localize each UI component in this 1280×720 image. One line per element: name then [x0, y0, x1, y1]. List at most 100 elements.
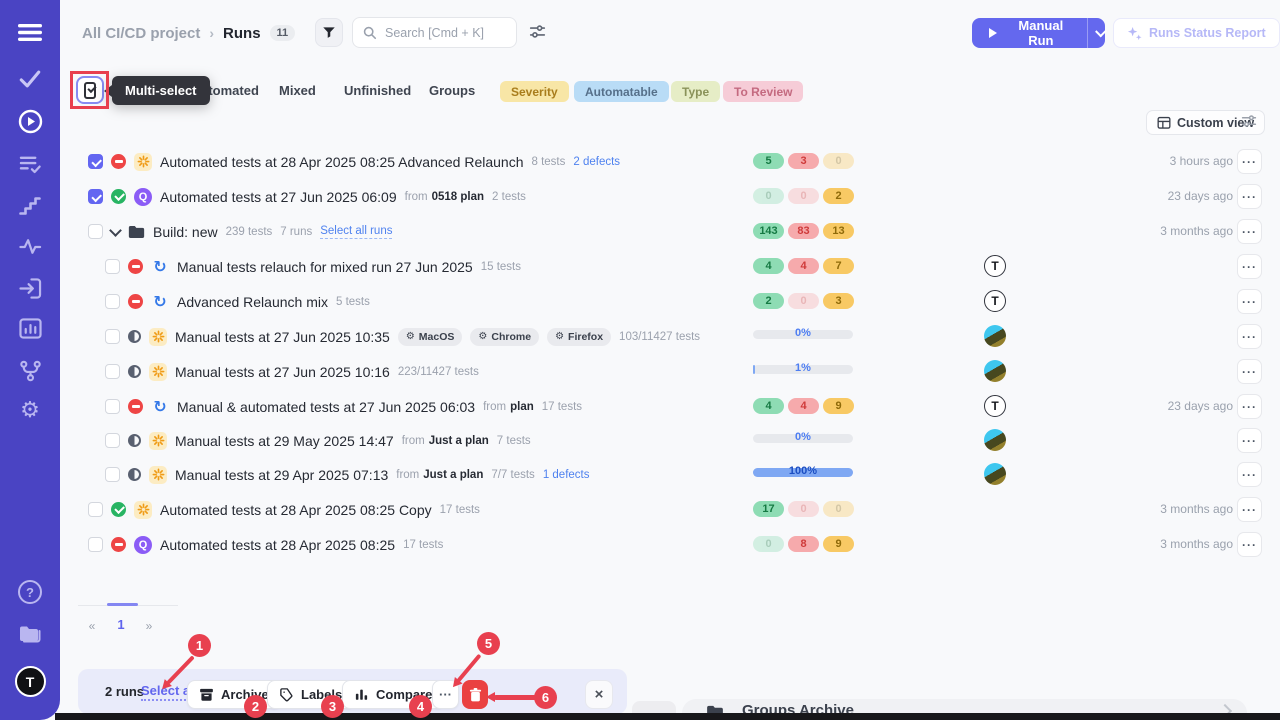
delete-button[interactable] — [462, 680, 488, 709]
run-title[interactable]: Automated tests at 28 Apr 2025 08:25 Adv… — [160, 154, 523, 170]
search-input[interactable] — [383, 25, 507, 41]
pull-requests-icon[interactable] — [0, 278, 60, 299]
row-checkbox[interactable] — [88, 224, 103, 239]
milestones-steps-icon[interactable] — [0, 196, 60, 215]
row-checkbox[interactable] — [105, 259, 120, 274]
chevron-down-icon[interactable] — [1095, 25, 1107, 37]
menu-icon[interactable] — [0, 24, 60, 41]
run-title[interactable]: Manual tests at 27 Jun 2025 10:35 — [175, 329, 390, 345]
columns-settings-icon[interactable] — [1241, 113, 1257, 134]
search-settings-icon[interactable] — [529, 23, 546, 45]
row-menu-button[interactable] — [1237, 462, 1262, 487]
runs-play-icon[interactable] — [0, 109, 60, 134]
group-row[interactable]: Build: new 239 tests 7 runs Select all r… — [0, 214, 1280, 249]
from-label: from — [396, 469, 419, 481]
row-checkbox[interactable] — [105, 364, 120, 379]
row-checkbox[interactable] — [88, 189, 103, 204]
filter-funnel-button[interactable] — [315, 18, 343, 47]
badge-to-review[interactable]: To Review — [723, 81, 803, 102]
row-menu-button[interactable] — [1237, 359, 1262, 384]
run-row[interactable]: Manual & automated tests at 27 Jun 2025 … — [0, 389, 1280, 424]
row-checkbox[interactable] — [105, 433, 120, 448]
run-defects-link[interactable]: 1 defects — [543, 469, 590, 481]
annotation-5: 5 — [477, 632, 500, 655]
run-title[interactable]: Manual tests relauch for mixed run 27 Ju… — [177, 259, 473, 275]
row-checkbox[interactable] — [105, 467, 120, 482]
branches-icon[interactable] — [0, 360, 60, 382]
pagination-prev-button[interactable] — [83, 619, 101, 633]
row-menu-button[interactable] — [1237, 184, 1262, 209]
row-checkbox[interactable] — [88, 154, 103, 169]
close-action-bar-button[interactable] — [585, 680, 613, 709]
button-divider — [1087, 18, 1088, 48]
source-logo-icon: T — [984, 255, 1006, 277]
search-input-wrap[interactable] — [352, 17, 517, 48]
row-menu-button[interactable] — [1237, 428, 1262, 453]
tab-groups[interactable]: Groups — [429, 83, 475, 98]
row-menu-button[interactable] — [1237, 289, 1262, 314]
breadcrumb-project[interactable]: All CI/CD project — [82, 25, 200, 42]
pagination-page-1[interactable]: 1 — [112, 617, 130, 632]
badge-severity[interactable]: Severity — [500, 81, 569, 102]
row-menu-button[interactable] — [1237, 149, 1262, 174]
run-title[interactable]: Automated tests at 27 Jun 2025 06:09 — [160, 189, 397, 205]
runs-status-report-button[interactable]: Runs Status Report — [1113, 18, 1280, 48]
row-menu-button[interactable] — [1237, 254, 1262, 279]
run-row[interactable]: Manual tests at 27 Jun 2025 10:16 223/11… — [0, 354, 1280, 389]
row-checkbox[interactable] — [105, 294, 120, 309]
badge-type[interactable]: Type — [671, 81, 720, 102]
run-title[interactable]: Manual tests at 29 May 2025 14:47 — [175, 433, 394, 449]
activity-pulse-icon[interactable] — [0, 238, 60, 255]
row-checkbox[interactable] — [88, 502, 103, 517]
run-title[interactable]: Automated tests at 28 Apr 2025 08:25 Cop… — [160, 502, 432, 518]
plan-name[interactable]: 0518 plan — [432, 191, 484, 203]
skipped-pill: 9 — [823, 536, 854, 552]
app-logo[interactable]: T — [0, 666, 60, 697]
row-checkbox[interactable] — [105, 399, 120, 414]
run-title[interactable]: Manual tests at 27 Jun 2025 10:16 — [175, 364, 390, 380]
select-all-runs-link[interactable]: Select all runs — [320, 225, 392, 239]
row-menu-button[interactable] — [1237, 219, 1262, 244]
run-defects-link[interactable]: 2 defects — [573, 156, 620, 168]
table-icon — [1157, 116, 1171, 130]
run-row[interactable]: Manual tests at 29 May 2025 14:47 fromJu… — [0, 423, 1280, 458]
run-row[interactable]: Manual tests relauch for mixed run 27 Ju… — [0, 249, 1280, 284]
status-failed-icon — [111, 154, 126, 169]
run-row[interactable]: Q Automated tests at 28 Apr 2025 08:25 1… — [0, 527, 1280, 562]
run-row[interactable]: Q Automated tests at 27 Jun 2025 06:09 f… — [0, 179, 1280, 214]
test-plans-icon[interactable] — [0, 155, 60, 174]
tests-check-icon[interactable] — [0, 69, 60, 89]
plan-name[interactable]: Just a plan — [429, 435, 489, 447]
help-icon[interactable]: ? — [0, 580, 60, 604]
run-row[interactable]: Manual tests at 29 Apr 2025 07:13 from Ju… — [0, 457, 1280, 492]
reports-chart-icon[interactable] — [0, 318, 60, 339]
group-title[interactable]: Build: new — [153, 224, 218, 240]
row-menu-button[interactable] — [1237, 324, 1262, 349]
run-row[interactable]: Automated tests at 28 Apr 2025 08:25 Adv… — [0, 144, 1280, 179]
run-title[interactable]: Manual & automated tests at 27 Jun 2025 … — [177, 399, 475, 415]
badge-automatable[interactable]: Automatable — [574, 81, 669, 102]
row-menu-button[interactable] — [1237, 497, 1262, 522]
row-checkbox[interactable] — [105, 329, 120, 344]
tab-unfinished[interactable]: Unfinished — [344, 83, 411, 98]
row-checkbox[interactable] — [88, 537, 103, 552]
run-tests-count: 17 tests — [440, 504, 480, 516]
projects-folder-icon[interactable] — [0, 624, 60, 644]
run-row[interactable]: Automated tests at 28 Apr 2025 08:25 Cop… — [0, 492, 1280, 527]
row-menu-button[interactable] — [1237, 394, 1262, 419]
settings-gear-icon[interactable]: ⚙ — [0, 399, 60, 421]
run-title[interactable]: Automated tests at 28 Apr 2025 08:25 — [160, 537, 395, 553]
run-row[interactable]: Advanced Relaunch mix 5 tests 2 0 3 T — [0, 284, 1280, 319]
plan-name[interactable]: plan — [510, 401, 534, 413]
pagination-next-button[interactable] — [140, 619, 158, 633]
run-row[interactable]: Manual tests at 27 Jun 2025 10:35 MacOS … — [0, 319, 1280, 354]
tab-mixed[interactable]: Mixed — [279, 83, 316, 98]
run-title[interactable]: Advanced Relaunch mix — [177, 294, 328, 310]
manual-run-button[interactable]: Manual Run — [972, 18, 1105, 48]
archive-icon — [199, 687, 214, 702]
row-menu-button[interactable] — [1237, 532, 1262, 557]
run-time: 3 hours ago — [1170, 154, 1233, 168]
plan-name[interactable]: Just a plan — [423, 469, 483, 481]
run-title[interactable]: Manual tests at 29 Apr 2025 07:13 — [175, 467, 388, 483]
collapse-chevron-icon[interactable] — [109, 224, 122, 237]
